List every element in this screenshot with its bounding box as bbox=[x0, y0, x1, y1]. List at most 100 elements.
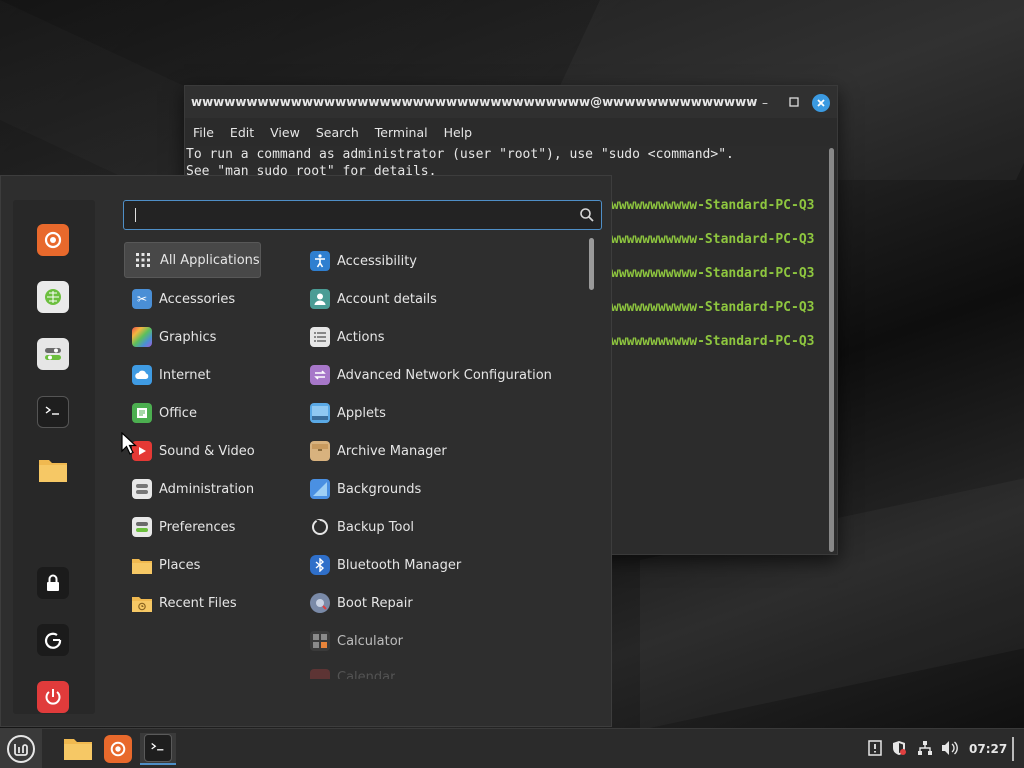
category-label: Office bbox=[159, 405, 197, 421]
archive-icon bbox=[310, 441, 330, 461]
power-icon bbox=[45, 689, 61, 705]
mouse-cursor-icon bbox=[121, 432, 137, 455]
app-calculator[interactable]: Calculator bbox=[310, 623, 403, 659]
taskbar-firefox[interactable] bbox=[102, 733, 134, 765]
notifications-icon[interactable] bbox=[866, 739, 884, 757]
search-icon bbox=[580, 208, 594, 222]
category-office[interactable]: Office bbox=[132, 395, 197, 431]
cloud-icon bbox=[132, 365, 152, 385]
terminal-icon bbox=[45, 406, 59, 415]
switches-icon bbox=[132, 517, 152, 537]
firefox-icon bbox=[44, 231, 62, 249]
app-applets[interactable]: Applets bbox=[310, 395, 386, 431]
category-label: Graphics bbox=[159, 329, 217, 345]
app-accessibility[interactable]: Accessibility bbox=[310, 243, 417, 279]
favorite-power[interactable] bbox=[37, 681, 69, 713]
favorite-lock-screen[interactable] bbox=[37, 567, 69, 599]
favorite-logout[interactable] bbox=[37, 624, 69, 656]
app-actions[interactable]: Actions bbox=[310, 319, 385, 355]
grid-icon bbox=[133, 250, 153, 270]
terminal-prompt: wwwwwwwwwww-Standard-PC-Q3 bbox=[611, 198, 815, 213]
close-button[interactable] bbox=[812, 94, 830, 112]
app-label: Archive Manager bbox=[337, 443, 447, 459]
category-internet[interactable]: Internet bbox=[132, 357, 211, 393]
category-label: Accessories bbox=[159, 291, 236, 307]
settings-icon bbox=[45, 348, 61, 360]
menu-button[interactable] bbox=[0, 729, 42, 768]
show-desktop-handle[interactable] bbox=[1012, 737, 1014, 761]
category-all-applications[interactable]: All Applications bbox=[124, 242, 261, 278]
category-places[interactable]: Places bbox=[132, 547, 200, 583]
favorites-panel bbox=[13, 200, 95, 714]
terminal-menubar: File Edit View Search Terminal Help bbox=[185, 120, 837, 144]
clock[interactable]: 07:27 bbox=[969, 742, 1007, 756]
calendar-icon bbox=[310, 669, 330, 679]
maximize-button[interactable] bbox=[785, 94, 803, 112]
network-tray-icon[interactable] bbox=[916, 739, 934, 757]
volume-icon[interactable] bbox=[941, 739, 959, 757]
category-accessories[interactable]: ✂ Accessories bbox=[132, 281, 235, 317]
search-input[interactable] bbox=[123, 200, 602, 230]
favorite-files[interactable] bbox=[37, 454, 69, 486]
firefox-icon bbox=[104, 735, 132, 763]
terminal-scrollbar[interactable] bbox=[829, 148, 834, 552]
terminal-titlebar[interactable]: wwwwwwwwwwwwwwwwwwwwwwwwwwwwwwwwwwww@www… bbox=[185, 86, 837, 118]
image-icon bbox=[310, 479, 330, 499]
menu-terminal[interactable]: Terminal bbox=[375, 125, 428, 140]
files-icon bbox=[39, 460, 67, 482]
app-backgrounds[interactable]: Backgrounds bbox=[310, 471, 421, 507]
app-label: Actions bbox=[337, 329, 385, 345]
menu-view[interactable]: View bbox=[270, 125, 300, 140]
app-boot-repair[interactable]: Boot Repair bbox=[310, 585, 413, 621]
category-sound-video[interactable]: Sound & Video bbox=[132, 433, 255, 469]
favorite-terminal[interactable] bbox=[37, 396, 69, 428]
menu-file[interactable]: File bbox=[193, 125, 214, 140]
favorite-firefox[interactable] bbox=[37, 224, 69, 256]
taskbar-terminal[interactable] bbox=[140, 733, 176, 765]
user-icon bbox=[310, 289, 330, 309]
app-archive-manager[interactable]: Archive Manager bbox=[310, 433, 447, 469]
minimize-button[interactable]: – bbox=[756, 94, 774, 112]
category-preferences[interactable]: Preferences bbox=[132, 509, 235, 545]
mint-logo-icon bbox=[7, 735, 35, 763]
scissors-icon: ✂ bbox=[132, 289, 152, 309]
close-icon bbox=[817, 99, 825, 107]
category-graphics[interactable]: Graphics bbox=[132, 319, 216, 355]
menu-scrollbar[interactable] bbox=[589, 238, 594, 290]
app-label: Backgrounds bbox=[337, 481, 422, 497]
category-label: All Applications bbox=[160, 252, 260, 268]
taskbar-files[interactable] bbox=[62, 733, 94, 765]
app-account-details[interactable]: Account details bbox=[310, 281, 437, 317]
category-administration[interactable]: Administration bbox=[132, 471, 254, 507]
terminal-icon bbox=[144, 734, 172, 762]
category-label: Internet bbox=[159, 367, 211, 383]
app-label: Applets bbox=[337, 405, 386, 421]
network-icon bbox=[310, 365, 330, 385]
app-bluetooth-manager[interactable]: Bluetooth Manager bbox=[310, 547, 461, 583]
app-advanced-network-configuration[interactable]: Advanced Network Configuration bbox=[310, 357, 552, 393]
palette-icon bbox=[132, 327, 152, 347]
toggles-icon bbox=[132, 479, 152, 499]
app-calendar[interactable]: Calendar bbox=[310, 661, 395, 679]
taskbar: 07:27 bbox=[0, 728, 1024, 768]
update-shield-icon[interactable] bbox=[890, 739, 908, 757]
app-backup-tool[interactable]: Backup Tool bbox=[310, 509, 414, 545]
favorite-software-manager[interactable] bbox=[37, 281, 69, 313]
category-label: Recent Files bbox=[159, 595, 237, 611]
app-label: Calculator bbox=[337, 633, 404, 649]
menu-edit[interactable]: Edit bbox=[230, 125, 254, 140]
category-recent-files[interactable]: Recent Files bbox=[132, 585, 237, 621]
text-caret bbox=[135, 208, 136, 222]
recent-folder-icon bbox=[132, 593, 152, 613]
files-icon bbox=[64, 739, 92, 760]
menu-search[interactable]: Search bbox=[316, 125, 359, 140]
terminal-prompt: wwwwwwwwwww-Standard-PC-Q3 bbox=[611, 232, 815, 247]
app-label: Bluetooth Manager bbox=[337, 557, 462, 573]
category-label: Places bbox=[159, 557, 201, 573]
favorite-settings[interactable] bbox=[37, 338, 69, 370]
lock-icon bbox=[47, 574, 59, 591]
maximize-icon bbox=[789, 97, 799, 107]
list-icon bbox=[310, 327, 330, 347]
terminal-title: wwwwwwwwwwwwwwwwwwwwwwwwwwwwwwwwwwww@www… bbox=[191, 95, 757, 109]
menu-help[interactable]: Help bbox=[444, 125, 473, 140]
